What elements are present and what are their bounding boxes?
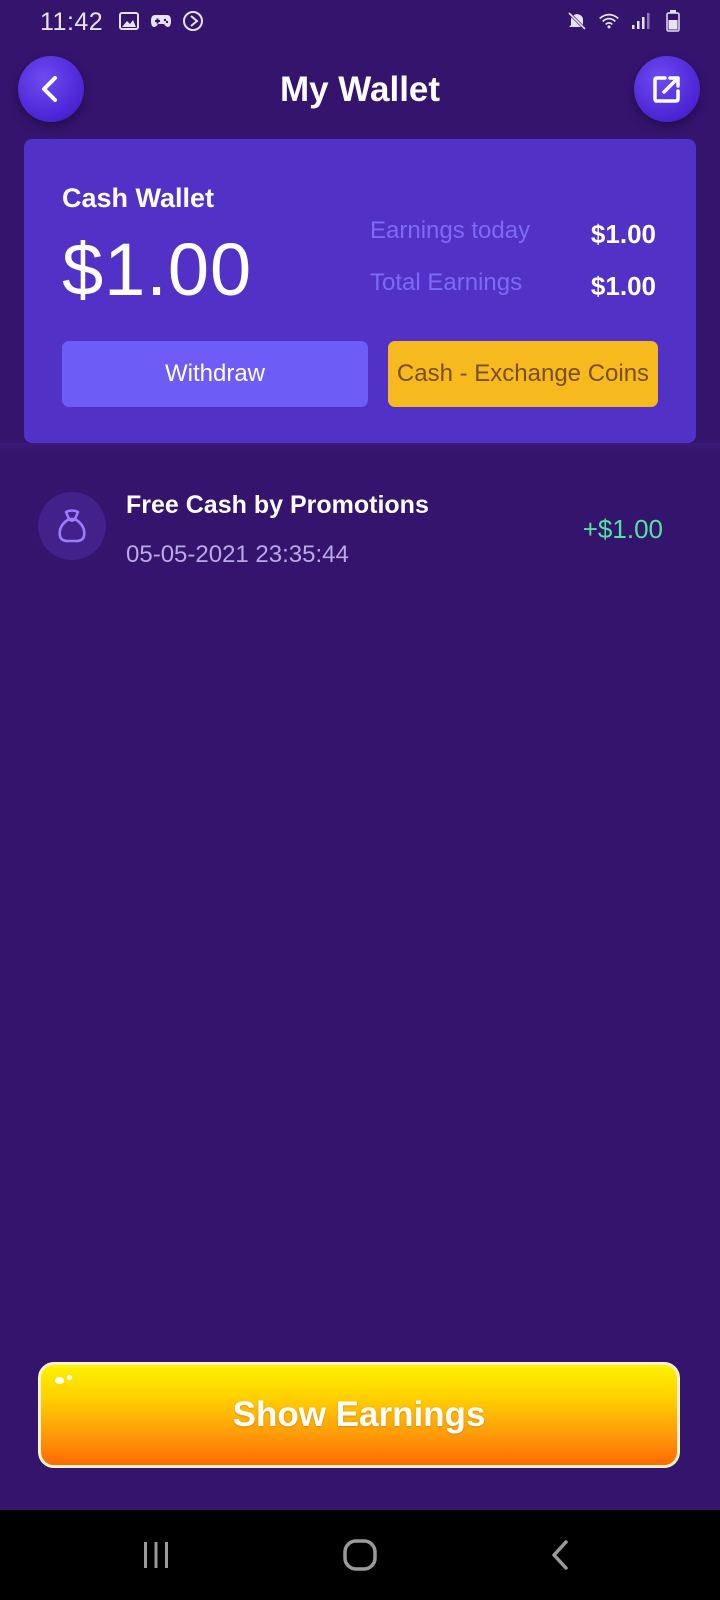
status-icons-left [118,10,204,32]
transaction-title: Free Cash by Promotions [126,491,429,519]
navigation-bar [0,1510,720,1600]
show-earnings-label: Show Earnings [232,1395,486,1434]
money-bag-icon [38,492,106,560]
image-icon [118,10,140,32]
transaction-amount: +$1.00 [582,514,663,544]
external-link-icon [653,76,680,103]
signal-icon [630,10,652,32]
total-earnings-value: $1.00 [590,271,656,301]
status-bar: 11:42 [0,0,720,48]
divider [0,443,720,455]
withdraw-button[interactable]: Withdraw [62,341,368,407]
show-earnings-button[interactable]: Show Earnings [38,1362,680,1468]
wallet-balance: $1.00 [62,228,253,311]
battery-icon [662,10,684,32]
earnings-today-value: $1.00 [590,219,656,249]
mute-icon [566,10,588,32]
play-circle-icon [182,10,204,32]
page-title: My Wallet [279,70,441,109]
wallet-label: Cash Wallet [62,183,215,213]
exchange-coins-button[interactable]: Cash - Exchange Coins [388,341,658,407]
gamepad-icon [150,10,172,32]
home-button[interactable] [300,1510,420,1600]
recents-button[interactable] [96,1510,216,1600]
home-icon [343,1539,377,1571]
status-time: 11:42 [40,8,104,36]
gloss-highlight [55,1377,64,1384]
total-earnings-label: Total Earnings [370,269,523,296]
recents-icon [144,1542,168,1568]
back-icon [552,1540,568,1570]
nav-back-button[interactable] [500,1510,620,1600]
share-button[interactable] [634,56,700,122]
transaction-date: 05-05-2021 23:35:44 [126,541,349,568]
status-icons-right [566,10,684,32]
wifi-icon [598,10,620,32]
gloss-highlight [67,1375,72,1380]
earnings-today-label: Earnings today [370,217,531,244]
wallet-card: Cash Wallet $1.00 Earnings today $1.00 T… [24,139,696,443]
